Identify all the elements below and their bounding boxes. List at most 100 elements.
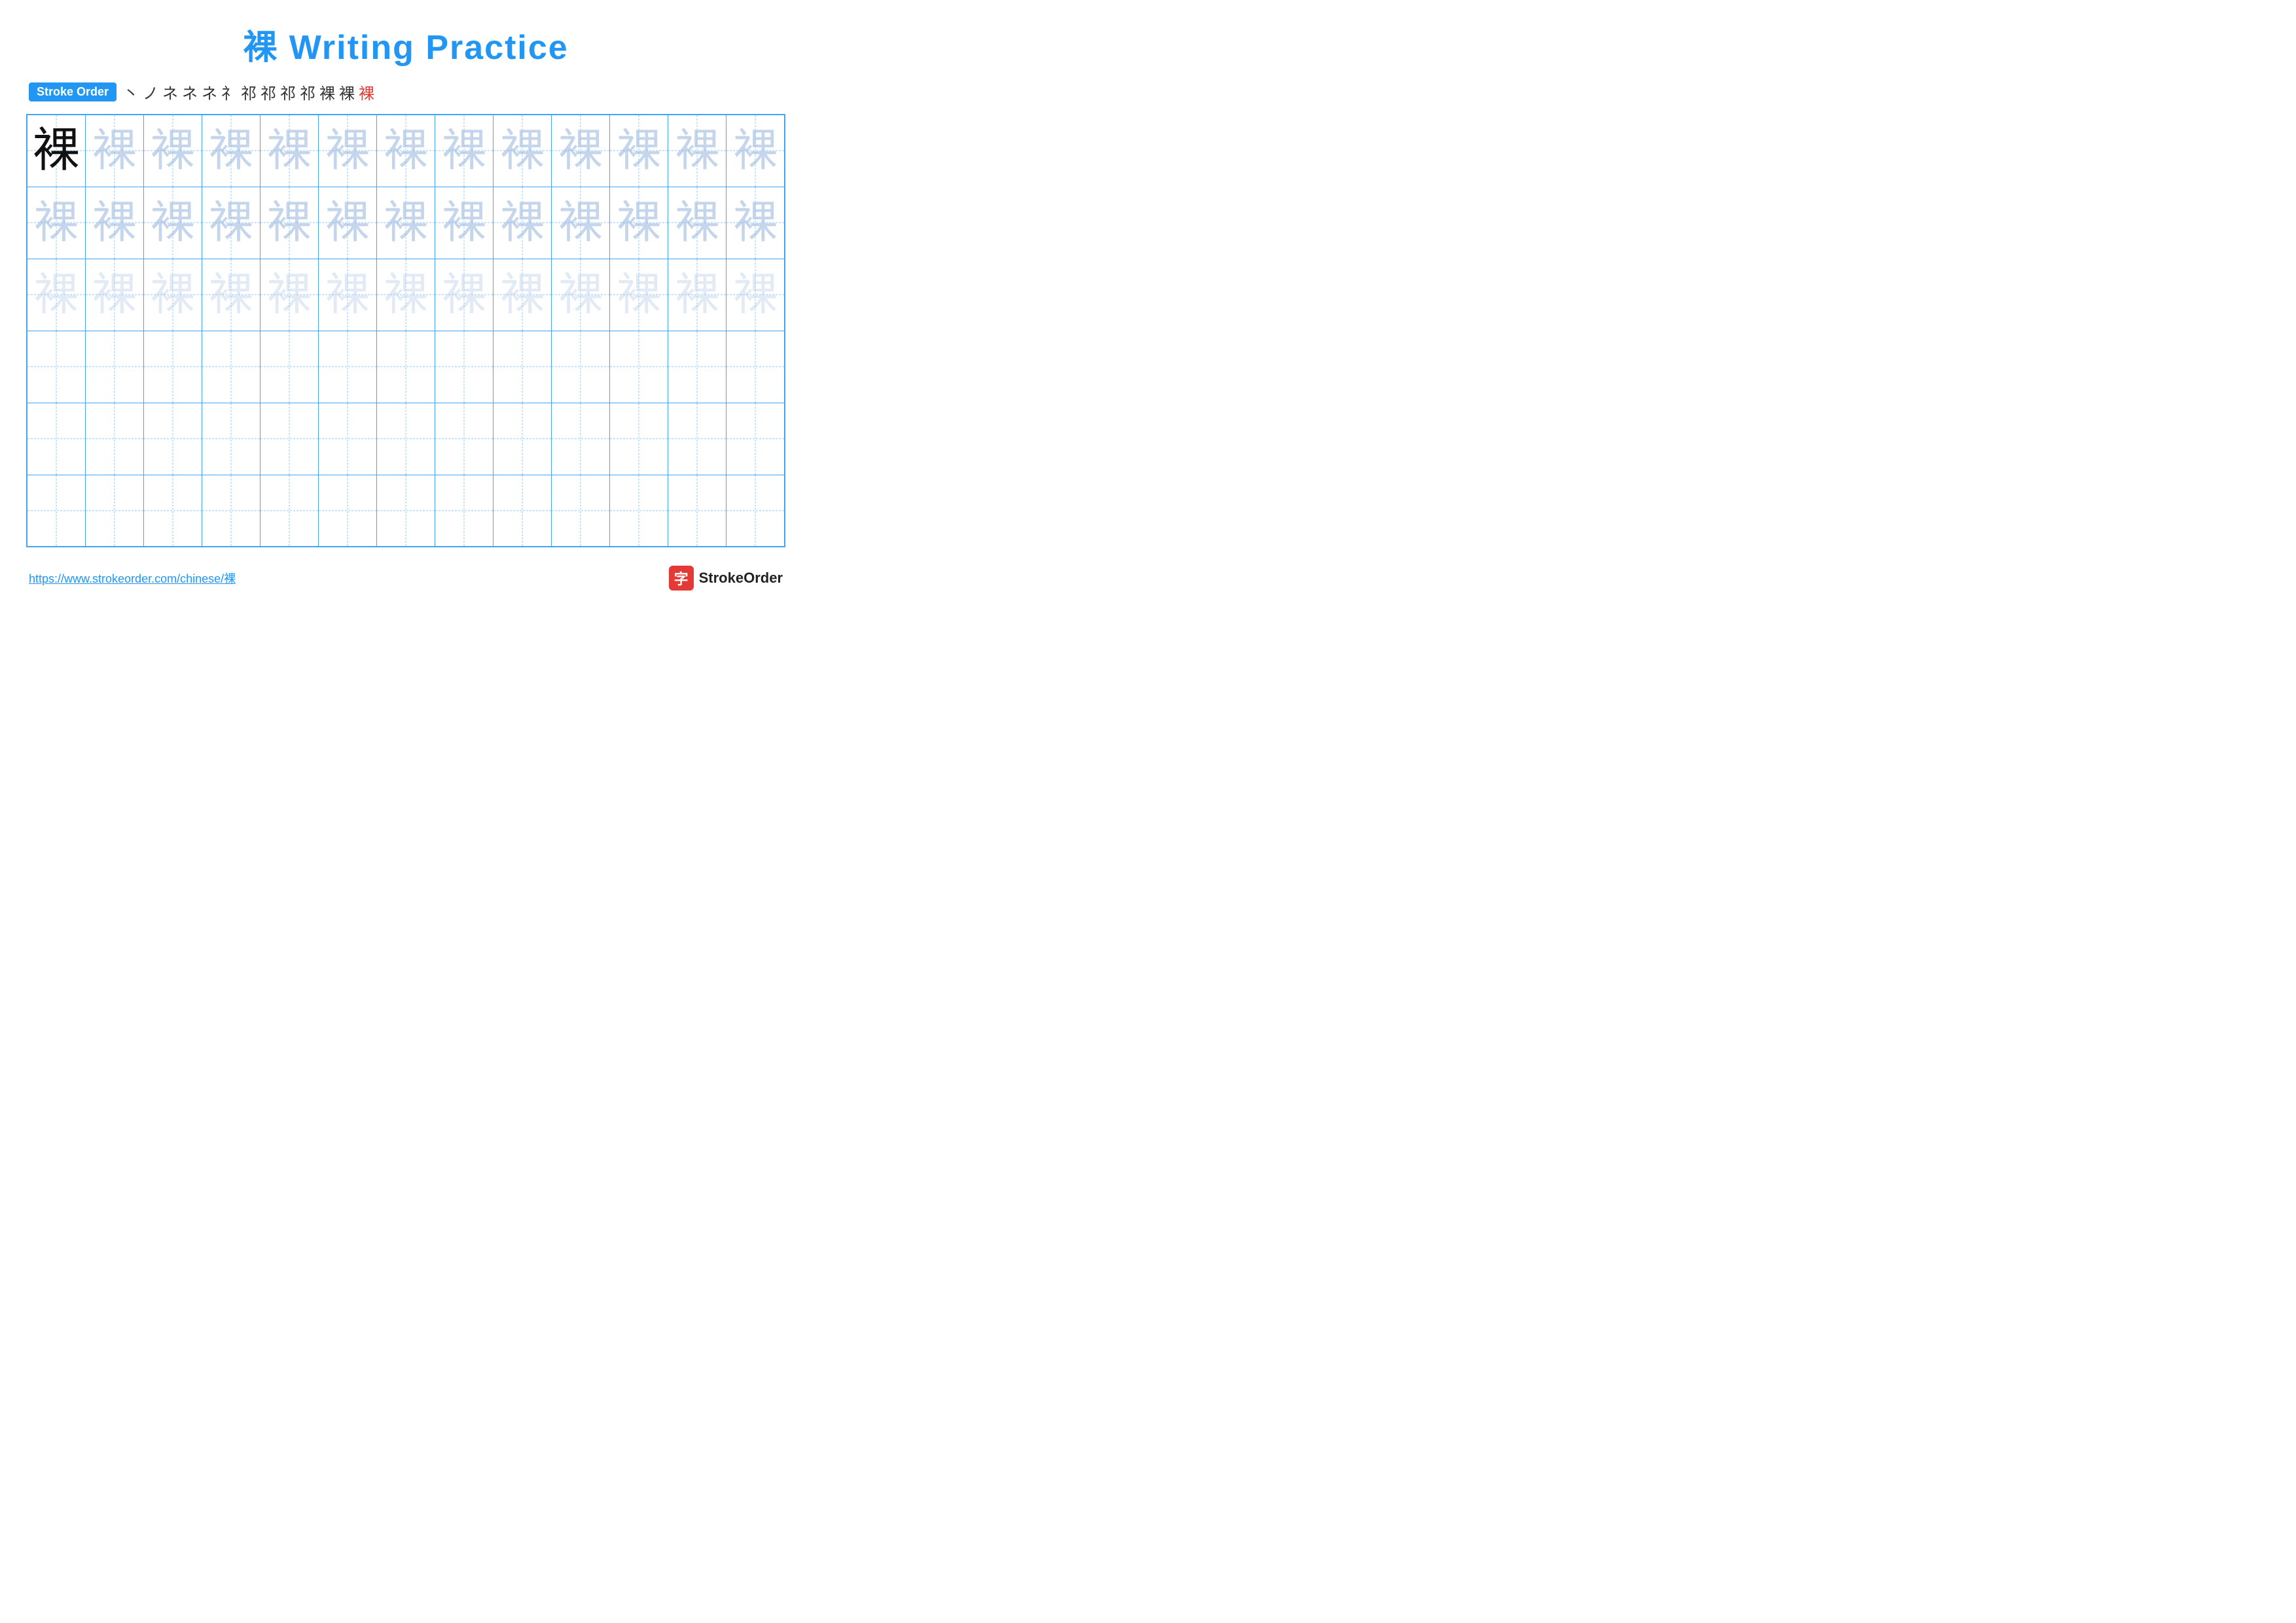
cell-5-8[interactable] xyxy=(435,403,493,475)
cell-4-11[interactable] xyxy=(610,331,668,403)
cell-4-8[interactable] xyxy=(435,331,493,403)
cell-2-12[interactable]: 裸 xyxy=(668,187,726,259)
cell-2-3[interactable]: 裸 xyxy=(143,187,202,259)
stroke-2: ノ xyxy=(143,81,158,103)
cell-4-13[interactable] xyxy=(726,331,785,403)
cell-6-3[interactable] xyxy=(143,475,202,547)
cell-4-5[interactable] xyxy=(260,331,318,403)
cell-5-1[interactable] xyxy=(27,403,85,475)
cell-6-1[interactable] xyxy=(27,475,85,547)
cell-4-3[interactable] xyxy=(143,331,202,403)
cell-1-10[interactable]: 裸 xyxy=(552,115,610,187)
cell-3-8[interactable]: 裸 xyxy=(435,259,493,331)
cell-5-13[interactable] xyxy=(726,403,785,475)
cell-1-8[interactable]: 裸 xyxy=(435,115,493,187)
stroke-final: 裸 xyxy=(359,81,374,103)
cell-1-6[interactable]: 裸 xyxy=(318,115,376,187)
cell-3-7[interactable]: 裸 xyxy=(376,259,435,331)
cell-6-4[interactable] xyxy=(202,475,260,547)
cell-3-10[interactable]: 裸 xyxy=(552,259,610,331)
cell-2-8[interactable]: 裸 xyxy=(435,187,493,259)
char-guide-light: 裸 xyxy=(34,270,79,319)
stroke-order-row: Stroke Order 丶 ノ ネ ネ ネ 礻 祁 祁 祁 祁 裸 裸 裸 xyxy=(26,81,785,103)
cell-2-11[interactable]: 裸 xyxy=(610,187,668,259)
char-guide-dark: 裸 xyxy=(442,198,486,247)
char-guide-dark: 裸 xyxy=(617,198,661,247)
cell-3-1[interactable]: 裸 xyxy=(27,259,85,331)
stroke-3: ネ xyxy=(162,81,178,103)
cell-4-9[interactable] xyxy=(493,331,552,403)
footer: https://www.strokeorder.com/chinese/裸 字 … xyxy=(26,566,785,591)
footer-url[interactable]: https://www.strokeorder.com/chinese/裸 xyxy=(29,570,236,587)
cell-6-12[interactable] xyxy=(668,475,726,547)
cell-2-13[interactable]: 裸 xyxy=(726,187,785,259)
cell-4-2[interactable] xyxy=(85,331,143,403)
cell-2-6[interactable]: 裸 xyxy=(318,187,376,259)
cell-6-7[interactable] xyxy=(376,475,435,547)
cell-5-5[interactable] xyxy=(260,403,318,475)
cell-2-4[interactable]: 裸 xyxy=(202,187,260,259)
cell-3-5[interactable]: 裸 xyxy=(260,259,318,331)
cell-1-7[interactable]: 裸 xyxy=(376,115,435,187)
cell-1-12[interactable]: 裸 xyxy=(668,115,726,187)
cell-3-6[interactable]: 裸 xyxy=(318,259,376,331)
cell-5-6[interactable] xyxy=(318,403,376,475)
cell-3-11[interactable]: 裸 xyxy=(610,259,668,331)
cell-6-2[interactable] xyxy=(85,475,143,547)
char-guide-light: 裸 xyxy=(384,270,428,319)
char-guide-dark: 裸 xyxy=(92,198,137,247)
stroke-11: 裸 xyxy=(319,81,335,103)
cell-4-10[interactable] xyxy=(552,331,610,403)
cell-3-3[interactable]: 裸 xyxy=(143,259,202,331)
char-guide-light: 裸 xyxy=(92,270,137,319)
cell-1-5[interactable]: 裸 xyxy=(260,115,318,187)
cell-5-2[interactable] xyxy=(85,403,143,475)
cell-4-12[interactable] xyxy=(668,331,726,403)
char-guide-light: 裸 xyxy=(267,270,312,319)
cell-6-13[interactable] xyxy=(726,475,785,547)
cell-2-7[interactable]: 裸 xyxy=(376,187,435,259)
cell-4-1[interactable] xyxy=(27,331,85,403)
char-guide-light: 裸 xyxy=(617,270,661,319)
cell-5-12[interactable] xyxy=(668,403,726,475)
cell-4-4[interactable] xyxy=(202,331,260,403)
cell-1-2[interactable]: 裸 xyxy=(85,115,143,187)
cell-6-10[interactable] xyxy=(552,475,610,547)
cell-1-3[interactable]: 裸 xyxy=(143,115,202,187)
cell-5-7[interactable] xyxy=(376,403,435,475)
cell-2-9[interactable]: 裸 xyxy=(493,187,552,259)
cell-3-2[interactable]: 裸 xyxy=(85,259,143,331)
cell-3-9[interactable]: 裸 xyxy=(493,259,552,331)
stroke-12: 裸 xyxy=(339,81,355,103)
cell-6-11[interactable] xyxy=(610,475,668,547)
stroke-4: ネ xyxy=(182,81,198,103)
cell-6-6[interactable] xyxy=(318,475,376,547)
cell-5-9[interactable] xyxy=(493,403,552,475)
cell-3-13[interactable]: 裸 xyxy=(726,259,785,331)
char-guide-dark: 裸 xyxy=(92,126,137,175)
cell-6-5[interactable] xyxy=(260,475,318,547)
cell-2-2[interactable]: 裸 xyxy=(85,187,143,259)
cell-2-1[interactable]: 裸 xyxy=(27,187,85,259)
cell-4-6[interactable] xyxy=(318,331,376,403)
cell-5-4[interactable] xyxy=(202,403,260,475)
char-guide-light: 裸 xyxy=(442,270,486,319)
cell-5-10[interactable] xyxy=(552,403,610,475)
cell-1-4[interactable]: 裸 xyxy=(202,115,260,187)
char-guide-dark: 裸 xyxy=(384,198,428,247)
cell-6-9[interactable] xyxy=(493,475,552,547)
cell-2-5[interactable]: 裸 xyxy=(260,187,318,259)
footer-brand: 字 StrokeOrder xyxy=(669,566,783,591)
cell-1-13[interactable]: 裸 xyxy=(726,115,785,187)
cell-1-11[interactable]: 裸 xyxy=(610,115,668,187)
cell-3-12[interactable]: 裸 xyxy=(668,259,726,331)
cell-4-7[interactable] xyxy=(376,331,435,403)
cell-5-3[interactable] xyxy=(143,403,202,475)
cell-1-1[interactable]: 裸 xyxy=(27,115,85,187)
cell-5-11[interactable] xyxy=(610,403,668,475)
cell-3-4[interactable]: 裸 xyxy=(202,259,260,331)
cell-2-10[interactable]: 裸 xyxy=(552,187,610,259)
cell-1-9[interactable]: 裸 xyxy=(493,115,552,187)
char-guide-dark: 裸 xyxy=(500,198,545,247)
cell-6-8[interactable] xyxy=(435,475,493,547)
